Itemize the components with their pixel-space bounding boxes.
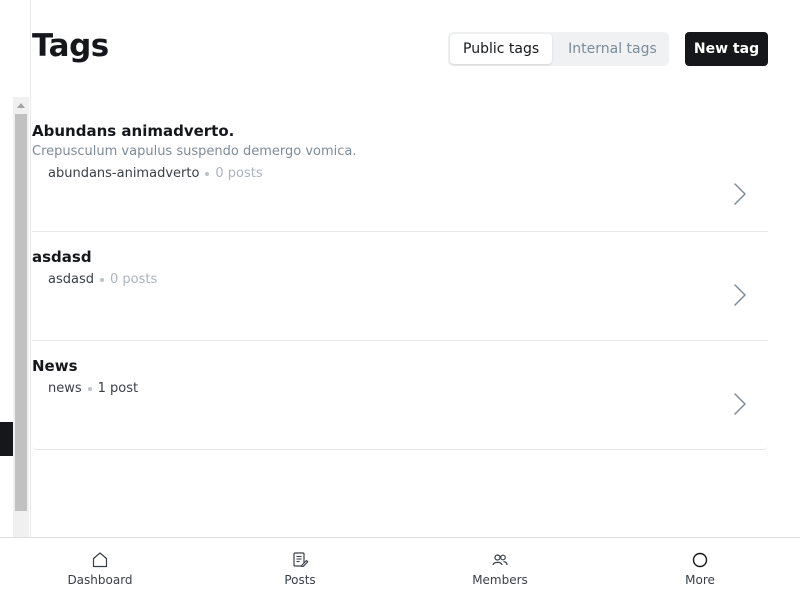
- scroll-up-arrow-icon[interactable]: [13, 97, 29, 113]
- chevron-right-icon[interactable]: [734, 393, 746, 415]
- tag-post-count: 1 post: [97, 381, 139, 396]
- nav-item-posts[interactable]: Posts: [200, 538, 400, 600]
- posts-icon: [293, 552, 309, 568]
- nav-label: Posts: [284, 573, 316, 587]
- nav-item-members[interactable]: Members: [400, 538, 600, 600]
- nav-item-more[interactable]: More: [600, 538, 800, 600]
- tag-meta: abundans-animadverto 0 posts: [48, 166, 768, 182]
- vertical-scrollbar[interactable]: [13, 97, 29, 537]
- page-title: Tags: [32, 28, 109, 64]
- new-tag-button[interactable]: New tag: [685, 32, 768, 66]
- nav-label: Dashboard: [67, 573, 133, 587]
- chevron-right-icon[interactable]: [734, 183, 746, 205]
- tags-page: Tags Public tags Internal tags New tag A…: [0, 0, 800, 600]
- tag-name: Abundans animadverto.: [32, 122, 235, 140]
- tag-slug: abundans-animadverto: [48, 166, 200, 181]
- separator-dot-icon: [99, 278, 104, 282]
- nav-item-dashboard[interactable]: Dashboard: [0, 538, 200, 600]
- tab-public-tags[interactable]: Public tags: [450, 34, 553, 64]
- tag-slug: news: [48, 381, 82, 396]
- tag-list: Abundans animadverto. Crepusculum vapulu…: [32, 122, 768, 450]
- tag-name: News: [32, 357, 78, 375]
- bottom-nav: Dashboard Posts Members More: [0, 537, 800, 600]
- separator-dot-icon: [205, 172, 210, 176]
- more-circle-icon: [692, 552, 708, 568]
- sidebar-handle: [0, 422, 13, 456]
- separator-dot-icon: [87, 387, 92, 391]
- tag-meta: news 1 post: [48, 381, 768, 397]
- tag-slug: asdasd: [48, 272, 94, 287]
- tag-row[interactable]: asdasd asdasd 0 posts: [32, 232, 768, 341]
- tag-row[interactable]: News news 1 post: [32, 341, 768, 450]
- tag-meta: asdasd 0 posts: [48, 272, 768, 288]
- tag-post-count: 0 posts: [215, 166, 263, 181]
- tag-description: Crepusculum vapulus suspendo demergo vom…: [32, 144, 357, 159]
- tag-post-count: 0 posts: [109, 272, 158, 287]
- tag-visibility-tabs: Public tags Internal tags: [448, 32, 669, 66]
- tab-internal-tags[interactable]: Internal tags: [552, 34, 673, 64]
- tag-name: asdasd: [32, 248, 92, 266]
- nav-label: More: [685, 573, 715, 587]
- tag-row[interactable]: Abundans animadverto. Crepusculum vapulu…: [32, 122, 768, 232]
- scrollbar-thumb[interactable]: [15, 114, 27, 511]
- members-icon: [492, 554, 508, 566]
- chevron-right-icon[interactable]: [734, 284, 746, 306]
- nav-label: Members: [472, 573, 528, 587]
- home-icon: [92, 552, 108, 568]
